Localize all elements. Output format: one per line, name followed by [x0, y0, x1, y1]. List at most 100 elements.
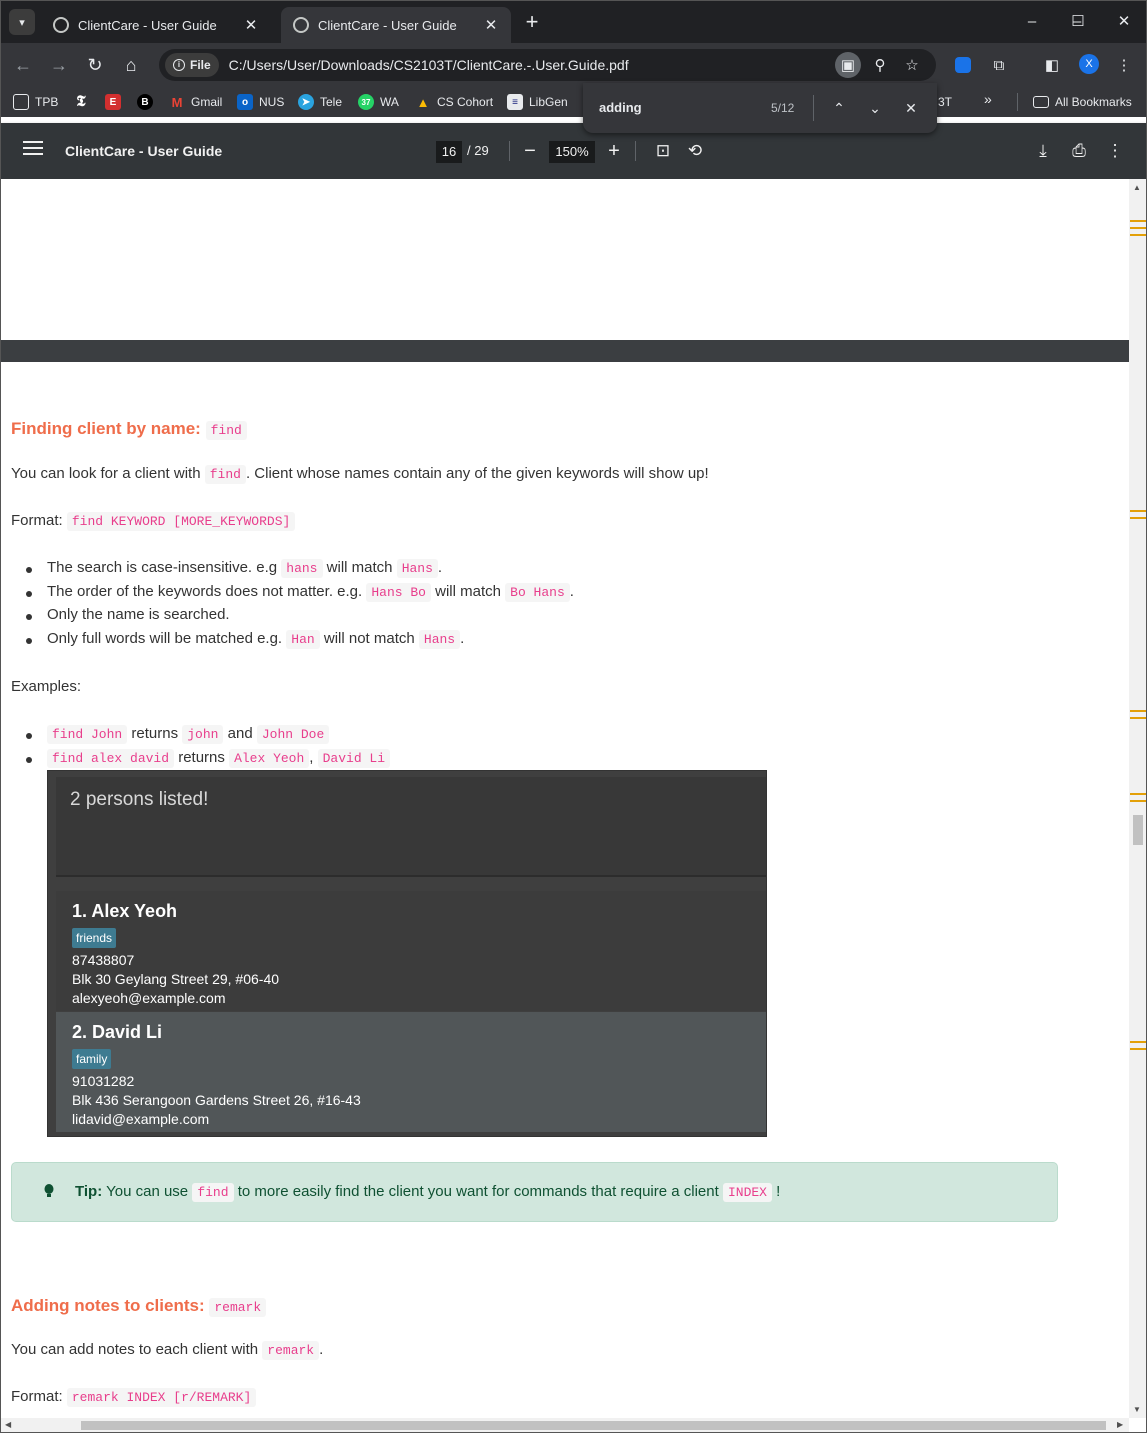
- forward-arrow-icon[interactable]: →: [47, 53, 71, 77]
- drive-icon: ▲: [416, 94, 430, 110]
- tag-badge: friends: [72, 928, 117, 948]
- find-match-marker: [1130, 517, 1146, 519]
- download-icon[interactable]: ⤓: [1031, 139, 1055, 163]
- site-info-chip[interactable]: i File: [165, 53, 219, 77]
- bookmark-b[interactable]: B: [137, 92, 159, 112]
- find-match-marker: [1130, 793, 1146, 795]
- all-bookmarks-button[interactable]: All Bookmarks: [1033, 92, 1132, 112]
- code-find: find: [205, 421, 247, 440]
- tab-search-button[interactable]: ▾: [9, 9, 35, 35]
- find-match-marker: [1130, 234, 1146, 236]
- reader-mode-icon[interactable]: ▣: [835, 52, 861, 78]
- find-previous-icon[interactable]: ⌃: [827, 96, 851, 120]
- scroll-right-icon[interactable]: ▶: [1117, 1420, 1123, 1429]
- bookmark-nyt[interactable]: 𝕿: [73, 92, 95, 112]
- tip-text: Tip: You can use find to more easily fin…: [75, 1183, 781, 1202]
- minimize-button-2[interactable]: –: [1009, 1, 1055, 41]
- pdf-more-icon[interactable]: ⋮: [1103, 139, 1127, 163]
- tab-active[interactable]: ClientCare - User Guide ✕: [281, 7, 511, 43]
- globe-icon: [53, 17, 69, 33]
- pdf-toolbar: ClientCare - User Guide 16 / 29 − 150% +…: [1, 123, 1146, 179]
- globe-icon: [293, 17, 309, 33]
- maximize-button[interactable]: ☐: [1055, 1, 1101, 41]
- browser-window: ▾ ClientCare - User Guide ✕ ClientCare -…: [0, 0, 1147, 1433]
- fit-page-icon[interactable]: ⊡: [651, 139, 675, 163]
- e-icon: E: [105, 94, 121, 110]
- pdf-viewer[interactable]: Finding client by name: find You can loo…: [1, 179, 1129, 1418]
- list-item: find John returns john and John Doe: [25, 725, 390, 749]
- browser-toolbar: ← → ↻ ⌂ i File C:/Users/User/Downloads/C…: [1, 43, 1146, 87]
- code-inline: find: [204, 465, 246, 484]
- find-heading: Finding client by name: find: [11, 419, 247, 440]
- horizontal-scrollbar[interactable]: ◀ ▶: [1, 1418, 1129, 1432]
- rotate-icon[interactable]: ⟲: [683, 139, 707, 163]
- list-item: Only full words will be matched e.g. Han…: [26, 629, 574, 654]
- divider: [509, 141, 510, 161]
- monitor-icon: [13, 94, 29, 110]
- bookmark-gmail[interactable]: M Gmail: [169, 92, 223, 112]
- pdf-menu-icon[interactable]: [23, 141, 43, 159]
- code-remark: remark: [209, 1298, 267, 1317]
- more-menu-icon[interactable]: ⋮: [1111, 52, 1137, 78]
- back-arrow-icon[interactable]: ←: [11, 53, 35, 77]
- find-divider: [813, 95, 814, 121]
- url-text[interactable]: C:/Users/User/Downloads/CS2103T/ClientCa…: [229, 57, 629, 73]
- extension-icon[interactable]: [950, 52, 976, 78]
- zoom-in-icon[interactable]: +: [602, 139, 626, 163]
- find-format: Format: find KEYWORD [MORE_KEYWORDS]: [11, 512, 296, 531]
- find-match-marker: [1130, 227, 1146, 229]
- telegram-icon: ➤: [298, 94, 314, 110]
- person-card: 2. David Li family 91031282 Blk 436 Sera…: [56, 1012, 766, 1132]
- address-bar[interactable]: i File C:/Users/User/Downloads/CS2103T/C…: [159, 49, 936, 81]
- code-format: find KEYWORD [MORE_KEYWORDS]: [66, 512, 296, 531]
- print-icon[interactable]: ⎙: [1067, 139, 1091, 163]
- close-tab-icon[interactable]: ✕: [243, 16, 259, 34]
- profile-avatar[interactable]: X: [1079, 54, 1099, 74]
- list-item: The order of the keywords does not matte…: [26, 582, 574, 607]
- bookmark-e[interactable]: E: [105, 92, 127, 112]
- result-display: 2 persons listed!: [56, 777, 766, 877]
- page-total: / 29: [467, 143, 489, 158]
- close-tab-icon[interactable]: ✕: [483, 16, 499, 34]
- list-item: Only the name is searched.: [26, 606, 574, 630]
- find-input[interactable]: [599, 100, 749, 115]
- scroll-down-icon[interactable]: ▼: [1133, 1405, 1141, 1414]
- home-icon[interactable]: ⌂: [119, 53, 143, 77]
- find-close-icon[interactable]: ✕: [899, 96, 923, 120]
- chip-label: File: [190, 58, 211, 72]
- gmail-icon: M: [171, 94, 183, 110]
- reload-icon[interactable]: ↻: [83, 53, 107, 77]
- find-next-icon[interactable]: ⌄: [863, 96, 887, 120]
- list-item: find alex david returns Alex Yeoh, David…: [25, 748, 391, 773]
- examples-list: find John returns john and John Doe find…: [25, 725, 391, 773]
- previous-page-bottom: [1, 179, 1129, 340]
- bookmarks-bar: TPB 𝕿 E B M Gmail o NUS ➤ Tele 37 WA ▲ CS Coh…: [1, 87, 1146, 117]
- remark-intro: You can add notes to each client with re…: [11, 1341, 324, 1360]
- tab-inactive[interactable]: ClientCare - User Guide ✕: [41, 7, 271, 43]
- find-match-marker: [1130, 800, 1146, 802]
- bookmark-cs-cohort[interactable]: ▲ CS Cohort: [415, 92, 493, 112]
- side-panel-icon[interactable]: ◧: [1039, 52, 1065, 78]
- bookmark-partial[interactable]: 3T: [938, 92, 952, 112]
- scroll-left-icon[interactable]: ◀: [5, 1420, 11, 1429]
- close-window-button[interactable]: ✕: [1101, 1, 1146, 41]
- tab-title: ClientCare - User Guide: [78, 17, 217, 33]
- horizontal-scroll-thumb[interactable]: [81, 1421, 1106, 1430]
- bookmark-star-icon[interactable]: ☆: [899, 52, 925, 78]
- bookmark-nus[interactable]: o NUS: [237, 92, 284, 112]
- bookmark-wa[interactable]: 37 WA: [358, 92, 399, 112]
- new-tab-button[interactable]: +: [519, 9, 545, 35]
- page-number-input[interactable]: 16: [436, 141, 462, 163]
- zoom-input[interactable]: 150%: [549, 141, 595, 163]
- vertical-scrollbar[interactable]: ▲ ▼: [1129, 179, 1146, 1418]
- extensions-puzzle-icon[interactable]: ⧉: [986, 52, 1012, 78]
- bookmark-tpb[interactable]: TPB: [13, 92, 58, 112]
- vertical-scroll-thumb[interactable]: [1133, 815, 1143, 845]
- more-bookmarks-icon[interactable]: »: [984, 91, 992, 107]
- bookmark-tele[interactable]: ➤ Tele: [298, 92, 342, 112]
- zoom-icon[interactable]: ⚲: [867, 52, 893, 78]
- bookmark-libgen[interactable]: ≡ LibGen: [507, 92, 568, 112]
- zoom-out-icon[interactable]: −: [518, 139, 542, 163]
- book-icon: ≡: [507, 94, 523, 110]
- scroll-up-icon[interactable]: ▲: [1133, 183, 1141, 192]
